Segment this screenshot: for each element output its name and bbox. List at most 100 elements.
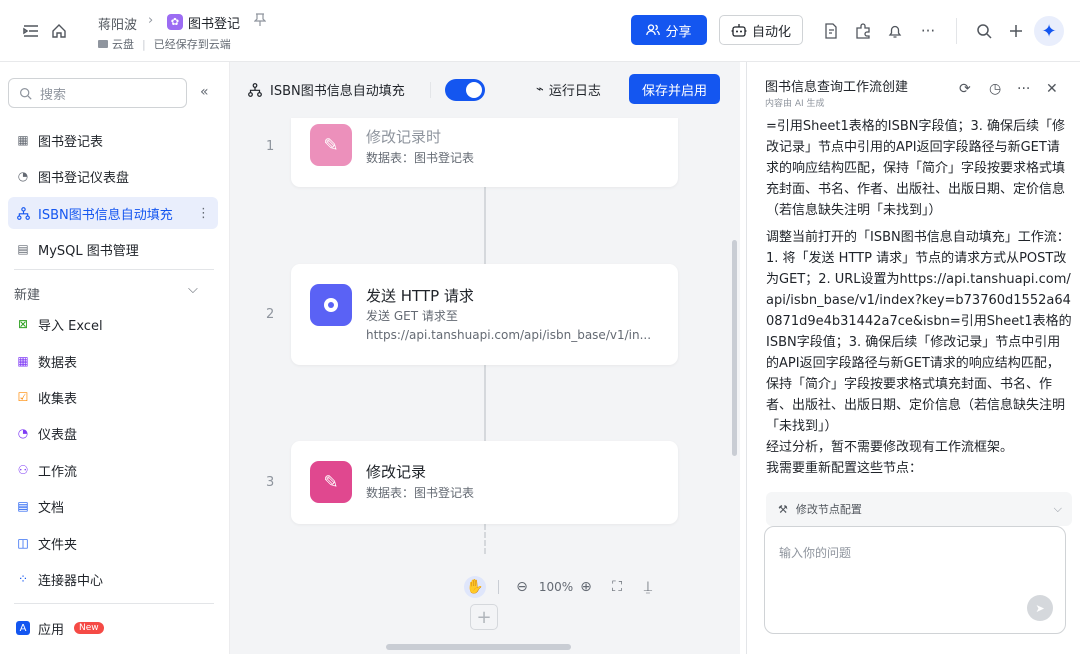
bell-icon[interactable] [884,20,906,42]
chat-message: 我需要重新配置这些节点： [766,461,923,476]
vertical-scrollbar[interactable] [732,240,737,456]
more-icon[interactable]: ··· [917,20,939,42]
chat-message: 经过分析，暂不需要修改现有工作流框架。 [766,440,1014,455]
sidebar-item-label: 图书登记表 [38,134,104,150]
search-input[interactable]: 搜索 [8,78,187,108]
ai-assistant-panel: 图书信息查询工作流创建 内容由 AI 生成 ⟳ ◷ ··· ✕ =引用Sheet… [746,62,1080,654]
document-location: 云盘 | 已经保存到云端 [98,36,231,52]
divider: | [142,37,146,51]
divider [498,580,499,594]
sidebar-item-label: 连接器中心 [38,573,104,589]
sidebar-item-mysql[interactable]: ▤ MySQL 图书管理 [8,233,218,265]
search-icon[interactable] [973,20,995,42]
activity-icon: ⌁ [536,82,544,97]
automation-button[interactable]: 自动化 [719,15,803,45]
workflow-step-card[interactable]: 发送 HTTP 请求 发送 GET 请求至 https://api.tanshu… [291,264,678,365]
robot-icon [731,24,747,37]
search-icon [20,87,32,100]
node-config-card[interactable]: ⚒ 修改节点配置 ⌵ [766,492,1072,526]
history-icon[interactable]: ◷ [989,81,1001,97]
collapse-sidebar-icon[interactable]: « [200,84,209,100]
share-button[interactable]: 分享 [631,15,707,45]
workflow-enable-toggle[interactable] [445,79,485,101]
location-label[interactable]: 云盘 [112,36,134,52]
workflow-title-label: ISBN图书信息自动填充 [270,84,405,99]
sidebar-item-new-table[interactable]: ▦ 数据表 [8,345,218,377]
chevron-down-icon[interactable]: ⌵ [188,282,198,297]
divider [14,269,214,270]
chat-message: 调整当前打开的「ISBN图书信息自动填充」工作流：1. 将「发送 HTTP 请求… [766,230,1072,434]
chevron-down-icon[interactable]: ⌵ [1054,502,1062,516]
auto-layout-icon[interactable]: ⍊ [638,576,658,598]
zoom-out-icon[interactable]: ⊖ [512,576,532,598]
sidebar-item-new-form[interactable]: ☑ 收集表 [8,381,218,413]
step-url: https://api.tanshuapi.com/api/isbn_base/… [366,328,652,342]
hand-tool-icon[interactable]: ✋ [464,576,486,598]
send-button[interactable]: ➤ [1027,595,1053,621]
save-status: 已经保存到云端 [153,38,231,51]
sidebar-item-new-workflow[interactable]: ⚇ 工作流 [8,454,218,486]
workflow-canvas[interactable]: ISBN图书信息自动填充 ⌁ 运行日志 保存并启用 1 ✎ 修改记录时 数据表：… [230,62,740,654]
sidebar-item-new-doc[interactable]: ▤ 文档 [8,490,218,522]
sidebar-item-book-table[interactable]: ▦ 图书登记表 [8,124,218,156]
chat-input[interactable]: 输入你的问题 ➤ [764,526,1066,634]
sidebar-item-import-excel[interactable]: ⊠ 导入 Excel [8,308,218,340]
sidebar-item-label: 文档 [38,500,65,516]
sidebar-item-label: 数据表 [38,355,78,371]
ai-assistant-icon[interactable]: ✦ [1034,16,1064,46]
connector-icon: ⁘ [17,572,29,586]
zoom-level[interactable]: 100% [536,576,576,598]
dashboard-icon: ◔ [17,426,29,440]
sidebar-item-label: 仪表盘 [38,427,78,443]
folder-icon [98,40,108,48]
base-app-icon: ✿ [167,14,183,30]
folder-icon: ◫ [17,536,29,550]
plus-icon[interactable] [1005,20,1027,42]
connector-line [484,365,486,441]
add-step-button[interactable]: + [470,604,498,630]
more-icon[interactable]: ··· [1017,81,1030,97]
zoom-in-icon[interactable]: ⊕ [576,576,596,598]
sidebar-item-apps[interactable]: A 应用 New [8,612,218,644]
edit-record-icon: ✎ [310,124,352,166]
connector-line [484,524,486,554]
wrench-icon: ⚒ [778,502,788,516]
sidebar-toggle-icon[interactable] [20,20,42,42]
sidebar-item-label: 工作流 [38,464,78,480]
chat-message: =引用Sheet1表格的ISBN字段值；3. 确保后续「修改记录」节点中引用的A… [766,119,1066,218]
step-subtitle: 数据表：图书登记表 [366,151,475,165]
save-enable-button[interactable]: 保存并启用 [629,74,720,104]
divider [956,18,957,44]
sidebar-item-new-folder[interactable]: ◫ 文件夹 [8,527,218,559]
chat-input-placeholder: 输入你的问题 [779,546,852,560]
workflow-step-card[interactable]: ✎ 修改记录时 数据表：图书登记表 [291,118,678,187]
sidebar-item-isbn-workflow[interactable]: ISBN图书信息自动填充 ⋮ [8,197,218,229]
step-title: 发送 HTTP 请求 [366,287,474,305]
workflow-step-card[interactable]: ✎ 修改记录 数据表：图书登记表 [291,441,678,524]
sidebar-item-dashboard[interactable]: ◔ 图书登记仪表盘 [8,160,218,192]
close-icon[interactable]: ✕ [1046,81,1058,97]
breadcrumb-user[interactable]: 蒋阳波 [98,14,137,33]
divider [14,603,214,604]
workflow-icon [16,206,30,220]
document-icon: ▤ [17,499,29,513]
node-config-label: 修改节点配置 [795,503,862,516]
run-log-button[interactable]: ⌁ 运行日志 [536,80,601,99]
plugin-icon[interactable] [852,20,874,42]
share-label: 分享 [665,24,692,40]
fit-screen-icon[interactable]: ⛶ [607,576,627,598]
workflow-title: ISBN图书信息自动填充 [248,80,405,99]
document-title[interactable]: 图书登记 [188,13,240,32]
database-table-icon: ▤ [17,242,29,256]
users-icon [646,24,661,36]
horizontal-scrollbar[interactable] [386,644,571,650]
sidebar-item-connector-center[interactable]: ⁘ 连接器中心 [8,563,218,595]
run-log-label: 运行日志 [548,84,601,99]
more-vertical-icon[interactable]: ⋮ [197,206,210,221]
new-chat-icon[interactable]: ⟳ [959,81,971,97]
document-info-icon[interactable] [820,20,842,42]
table-icon: ▦ [17,133,29,147]
pin-icon[interactable] [253,13,267,30]
sidebar-item-new-dashboard[interactable]: ◔ 仪表盘 [8,417,218,449]
home-icon[interactable] [48,20,70,42]
